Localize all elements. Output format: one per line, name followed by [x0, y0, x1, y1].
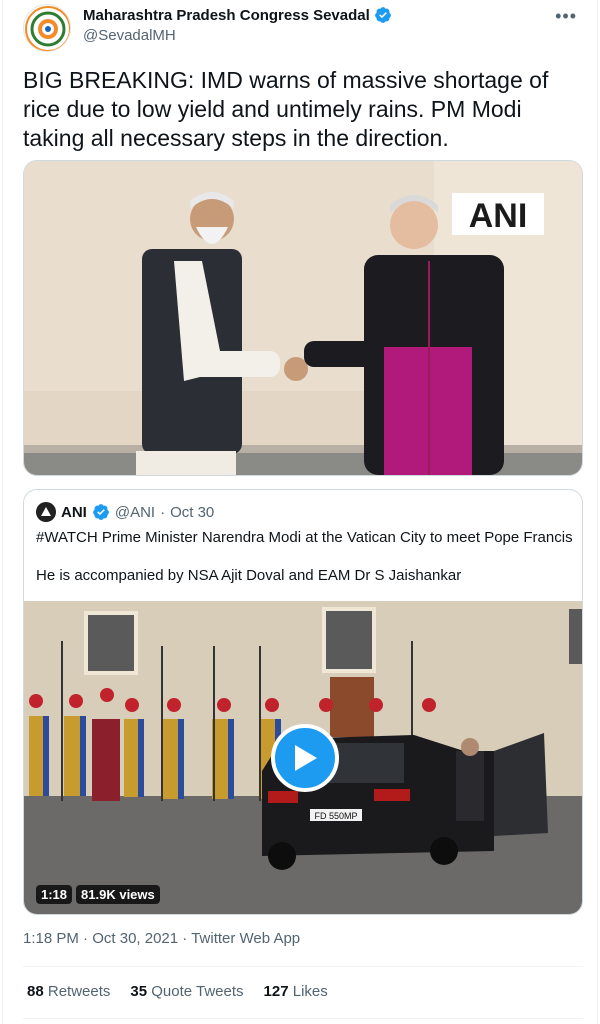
quoted-header: ANI @ANI · Oct 30: [36, 502, 214, 522]
author-name[interactable]: Maharashtra Pradesh Congress Sevadal: [83, 6, 392, 24]
video-badges: 1:18 81.9K views: [36, 885, 160, 904]
quoted-separator: ·: [160, 503, 166, 521]
image-watermark: ANI: [469, 197, 528, 235]
quoted-avatar[interactable]: [36, 502, 56, 522]
verified-badge-icon: [92, 504, 109, 520]
play-button[interactable]: [271, 724, 339, 792]
car-plate: FD 550MP: [314, 811, 357, 821]
tweet-date[interactable]: Oct 30, 2021: [92, 930, 178, 947]
tweet-image[interactable]: ANI: [23, 160, 583, 476]
quoted-name[interactable]: ANI: [61, 504, 87, 521]
verified-badge-icon: [374, 7, 391, 23]
tweet-stats: 88 Retweets 35 Quote Tweets 127 Likes: [27, 983, 328, 1000]
tweet-time[interactable]: 1:18 PM: [23, 930, 79, 947]
likes-stat[interactable]: 127 Likes: [264, 983, 328, 1000]
video-duration: 1:18: [36, 885, 73, 904]
quote-tweets-count: 35: [130, 983, 148, 1000]
play-icon: [295, 745, 317, 771]
quoted-tweet[interactable]: ANI @ANI · Oct 30 #WATCH Prime Minister …: [23, 489, 583, 915]
author-handle[interactable]: @SevadalMH: [83, 27, 176, 44]
meta-separator: ·: [78, 930, 93, 947]
retweets-label: Retweets: [47, 983, 111, 1000]
likes-label: Likes: [292, 983, 328, 1000]
video-views: 81.9K views: [76, 885, 160, 904]
quoted-text-line1: #WATCH Prime Minister Narendra Modi at t…: [36, 529, 573, 546]
more-options-icon[interactable]: •••: [555, 6, 577, 27]
tweet-meta: 1:18 PM · Oct 30, 2021 · Twitter Web App: [23, 930, 300, 947]
author-avatar[interactable]: [23, 4, 71, 52]
meta-separator: ·: [178, 930, 192, 947]
tweet-source[interactable]: Twitter Web App: [191, 930, 300, 947]
quoted-text-line2: He is accompanied by NSA Ajit Doval and …: [36, 567, 462, 584]
quoted-video[interactable]: FD 550MP 1:18 81.9K views: [24, 601, 582, 914]
divider: [23, 966, 583, 967]
retweets-count: 88: [27, 983, 44, 1000]
quoted-date[interactable]: Oct 30: [170, 504, 214, 521]
quote-tweets-label: Quote Tweets: [151, 983, 244, 1000]
retweets-stat[interactable]: 88 Retweets: [27, 983, 110, 1000]
quoted-handle[interactable]: @ANI: [115, 504, 155, 521]
author-name-text[interactable]: Maharashtra Pradesh Congress Sevadal: [83, 7, 370, 24]
tweet-text: BIG BREAKING: IMD warns of massive short…: [23, 67, 549, 151]
divider: [23, 1018, 583, 1019]
quote-tweets-stat[interactable]: 35 Quote Tweets: [130, 983, 243, 1000]
likes-count: 127: [263, 983, 289, 1000]
tweet-container: Maharashtra Pradesh Congress Sevadal @Se…: [2, 0, 598, 1024]
